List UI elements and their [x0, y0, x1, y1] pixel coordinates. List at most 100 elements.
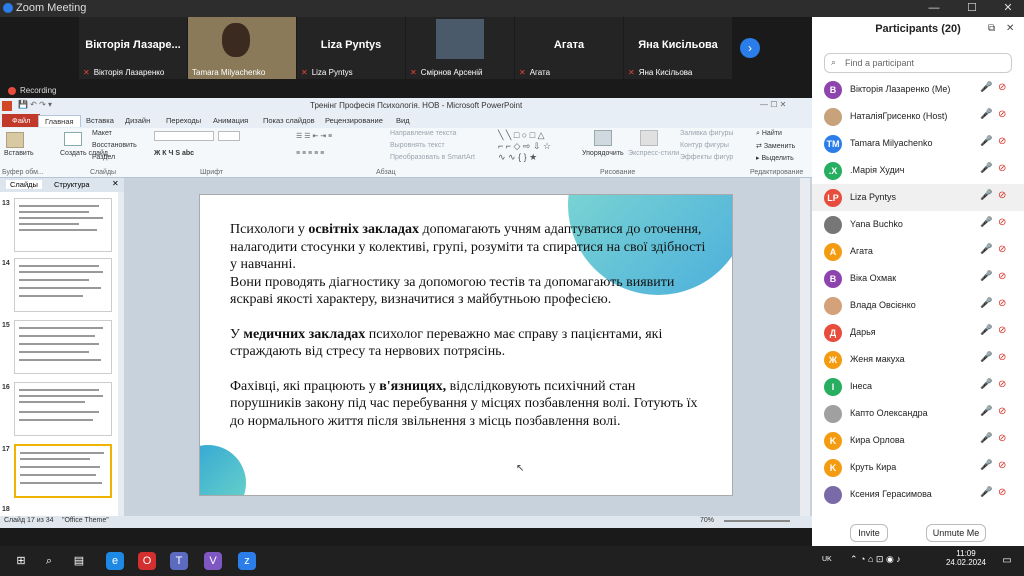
slide-thumbnail[interactable] — [14, 198, 112, 252]
next-page-button[interactable]: › — [740, 38, 760, 58]
close-panel-icon[interactable]: ✕ — [1006, 23, 1014, 34]
video-off-icon: ⊘ — [998, 82, 1007, 93]
paste-icon[interactable] — [6, 132, 24, 148]
slide-canvas[interactable]: Психологи у освітніх закладах допомагают… — [200, 195, 732, 495]
text-direction-button[interactable]: Направление текста — [390, 130, 456, 137]
replace-icon: ⇄ — [756, 143, 764, 150]
tab-design[interactable]: Дизайн — [119, 115, 156, 126]
participant-row[interactable]: Ж Женя макуха 🎤 ⊘ — [812, 346, 1024, 373]
new-slide-icon[interactable] — [64, 132, 82, 146]
participant-row[interactable]: Ксения Герасимова 🎤 ⊘ — [812, 481, 1024, 508]
teams-icon[interactable]: T — [170, 552, 188, 570]
participant-row[interactable]: K Кира Орлова 🎤 ⊘ — [812, 427, 1024, 454]
task-view-icon[interactable]: ▤ — [70, 552, 88, 570]
tab-view[interactable]: Вид — [390, 115, 416, 126]
participant-row[interactable]: B Віка Охмак 🎤 ⊘ — [812, 265, 1024, 292]
tab-outline[interactable]: Структура — [54, 180, 90, 189]
tab-animation[interactable]: Анимация — [207, 115, 254, 126]
video-tile[interactable]: Вікторія Лазаре... ✕ Вікторія Лазаренко — [79, 17, 187, 79]
participant-row[interactable]: I Інеса 🎤 ⊘ — [812, 373, 1024, 400]
participant-search-input[interactable]: ⌕ Find a participant — [824, 53, 1012, 73]
shape-outline-button[interactable]: Контур фигуры — [680, 142, 729, 149]
tab-file[interactable]: Файл — [2, 114, 41, 127]
font-name-select[interactable] — [154, 131, 214, 141]
thumb-number: 15 — [2, 322, 10, 329]
layout-button[interactable]: Макет — [92, 130, 112, 137]
opera-icon[interactable]: O — [138, 552, 156, 570]
list-buttons[interactable]: ☰ ☰ ⇤ ⇥ ≡ — [296, 132, 332, 140]
slide-thumbnail[interactable] — [14, 320, 112, 374]
video-tile[interactable]: ✕ Смірнов Арсеній — [406, 17, 514, 79]
participant-row[interactable]: Влада Овсієнко 🎤 ⊘ — [812, 292, 1024, 319]
invite-button[interactable]: Invite — [850, 524, 888, 542]
replace-button[interactable]: ⇄ Заменить — [756, 142, 795, 150]
arrange-button[interactable]: Упорядочить — [582, 150, 624, 157]
tab-transitions[interactable]: Переходы — [160, 115, 207, 126]
participant-row[interactable]: Капто Олександра 🎤 ⊘ — [812, 400, 1024, 427]
maximize-button[interactable]: ☐ — [954, 0, 990, 17]
tab-slides[interactable]: Слайды — [6, 180, 42, 189]
shape-fill-button[interactable]: Заливка фигуры — [680, 130, 733, 137]
participant-row[interactable]: Yana Buchko 🎤 ⊘ — [812, 211, 1024, 238]
keyboard-language[interactable]: UK — [822, 556, 832, 563]
mic-muted-icon: 🎤 — [980, 217, 993, 228]
clock-time: 11:09 — [956, 549, 976, 558]
close-button[interactable]: ✕ — [990, 0, 1024, 17]
participant-row[interactable]: .X .Марія Худич 🎤 ⊘ — [812, 157, 1024, 184]
slide-text-box[interactable]: Психологи у освітніх закладах допомагают… — [230, 221, 710, 447]
participant-row[interactable]: K Круть Кира 🎤 ⊘ — [812, 454, 1024, 481]
tab-insert[interactable]: Вставка — [80, 115, 120, 126]
participant-row[interactable]: Д Дарья 🎤 ⊘ — [812, 319, 1024, 346]
windows-start-icon[interactable]: ⊞ — [12, 552, 30, 570]
participant-row[interactable]: LP Liza Pyntys 🎤 ⊘ — [812, 184, 1024, 211]
system-clock[interactable]: 11:09 24.02.2024 — [944, 549, 988, 567]
participant-row[interactable]: B Вікторія Лазаренко (Me) 🎤 ⊘ — [812, 76, 1024, 103]
close-pane-icon[interactable]: ✕ — [112, 179, 119, 188]
quick-styles-button[interactable]: Экспресс-стили — [628, 150, 679, 157]
slide-thumbnail[interactable] — [14, 382, 112, 436]
notifications-icon[interactable]: ▭ — [998, 552, 1016, 570]
smartart-button[interactable]: Преобразовать в SmartArt — [390, 154, 475, 161]
tab-home[interactable]: Главная — [38, 115, 81, 127]
editor-scrollbar[interactable] — [800, 178, 810, 516]
section-button[interactable]: Раздел — [92, 154, 115, 161]
viber-icon[interactable]: V — [204, 552, 222, 570]
align-buttons[interactable]: ≡ ≡ ≡ ≡ ≡ — [296, 150, 324, 157]
shapes-gallery[interactable]: ╲ ╲ □ ○ □ △ ⌐ ⌐ ◇ ⇨ ⇩ ☆ ∿ ∿ { } ★ — [498, 130, 572, 164]
find-button[interactable]: ⌕ Найти — [756, 130, 782, 138]
align-text-button[interactable]: Выровнять текст — [390, 142, 445, 149]
select-button[interactable]: ▸ Выделить — [756, 154, 794, 162]
video-tile[interactable]: Яна Кисільова ✕ Яна Кисільова — [624, 17, 732, 79]
unmute-me-button[interactable]: Unmute Me — [926, 524, 986, 542]
avatar: LP — [824, 189, 842, 207]
participant-name: Віка Охмак — [850, 273, 897, 283]
quick-styles-icon[interactable] — [640, 130, 658, 146]
participant-row[interactable]: НаталіяГрисенко (Host) 🎤 ⊘ — [812, 103, 1024, 130]
minimize-button[interactable]: — — [916, 0, 952, 17]
edge-icon[interactable]: e — [106, 552, 124, 570]
video-tile[interactable]: Tamara Milyachenko — [188, 17, 296, 79]
participant-row[interactable]: TM Tamara Milyachenko 🎤 ⊘ — [812, 130, 1024, 157]
tray-icons[interactable]: ⌃ ◔ ⌂ ⊡ ◉ ♪ — [850, 554, 901, 565]
paste-button[interactable]: Вставить — [4, 150, 34, 157]
video-tile[interactable]: Агата ✕ Агата — [515, 17, 623, 79]
popout-icon[interactable]: ⧉ — [988, 23, 995, 34]
tab-review[interactable]: Рецензирование — [319, 115, 389, 126]
zoom-slider[interactable] — [724, 520, 790, 522]
arrange-icon[interactable] — [594, 130, 612, 146]
reset-button[interactable]: Восстановить — [92, 142, 137, 149]
slides-pane: Слайды Структура ✕ 13 14 15 16 17 18 — [0, 178, 124, 516]
font-size-select[interactable] — [218, 131, 240, 141]
tab-slideshow[interactable]: Показ слайдов — [257, 115, 321, 126]
shape-effects-button[interactable]: Эффекты фигур — [680, 154, 733, 161]
ppt-window-controls[interactable]: — ☐ ✕ — [760, 100, 786, 109]
participant-name: НаталіяГрисенко (Host) — [850, 111, 948, 121]
slide-thumbnail-selected[interactable] — [14, 444, 112, 498]
slide-thumbnail[interactable] — [14, 258, 112, 312]
quick-access-icons[interactable]: 💾 ↶ ↷ ▾ — [18, 100, 52, 109]
search-icon[interactable]: ⌕ — [40, 552, 58, 570]
participant-row[interactable]: A Агата 🎤 ⊘ — [812, 238, 1024, 265]
font-format-buttons[interactable]: Ж К Ч S abc — [154, 150, 194, 157]
zoom-taskbar-icon[interactable]: z — [238, 552, 256, 570]
video-tile[interactable]: Liza Pyntys ✕ Liza Pyntys — [297, 17, 405, 79]
